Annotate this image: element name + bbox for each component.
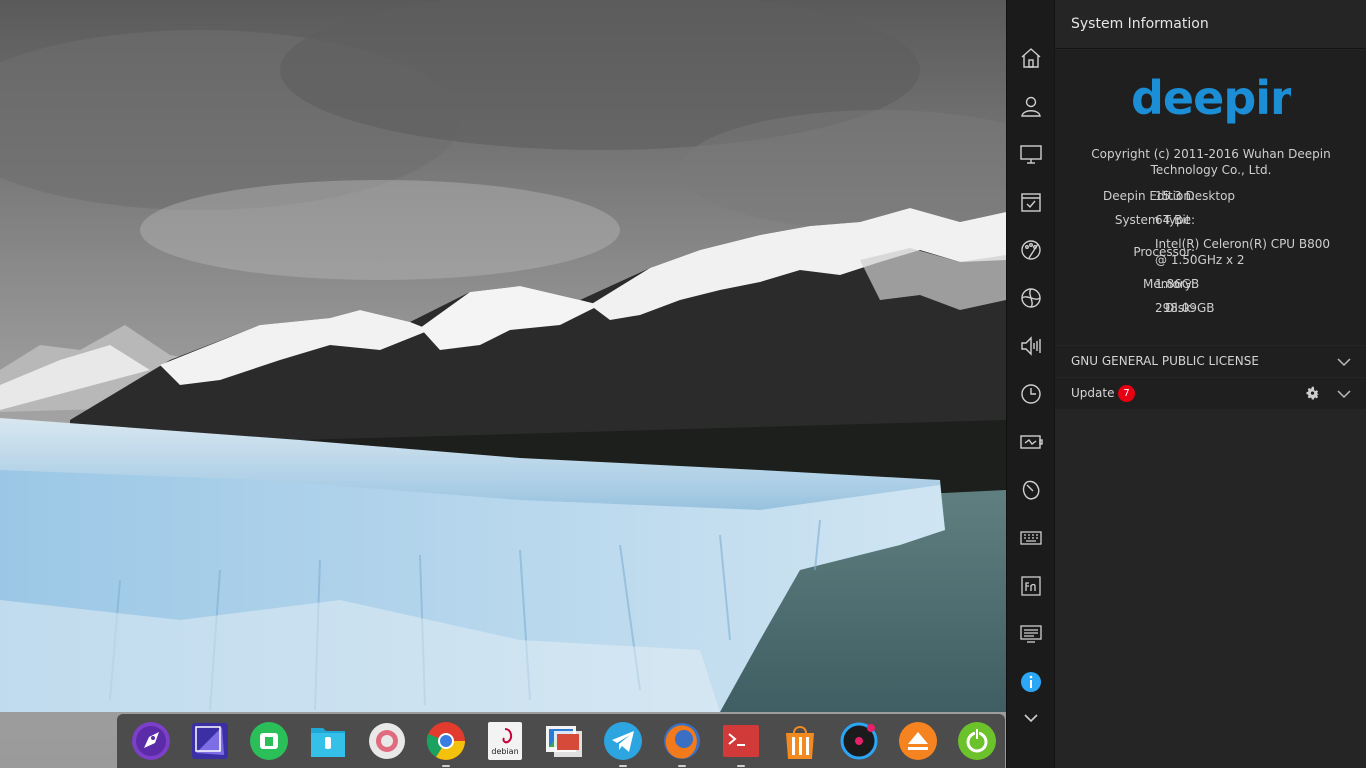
mouse-icon[interactable] xyxy=(1007,466,1055,514)
dock-chromium-icon[interactable] xyxy=(424,719,468,767)
license-expander[interactable]: GNU GENERAL PUBLIC LICENSE xyxy=(1055,346,1366,377)
dock-deepin-store-green-icon[interactable] xyxy=(247,719,291,763)
accounts-icon[interactable] xyxy=(1007,82,1055,130)
dock-power-manager-icon[interactable] xyxy=(955,719,999,763)
svg-text:debian: debian xyxy=(491,747,518,756)
running-indicator xyxy=(619,765,627,767)
divider xyxy=(1055,48,1366,49)
page-title: System Information xyxy=(1071,16,1209,32)
dock-deepin-music-icon[interactable] xyxy=(837,719,881,763)
display-icon[interactable] xyxy=(1007,130,1055,178)
chevron-down-icon[interactable] xyxy=(1337,387,1351,401)
dock-debian-icon[interactable]: debian xyxy=(483,719,527,763)
dock-terminal-icon[interactable] xyxy=(719,719,763,767)
update-expander[interactable]: Update 7 xyxy=(1055,378,1366,409)
chevron-down-icon[interactable] xyxy=(1007,694,1055,742)
copyright-text: Copyright (c) 2011-2016 Wuhan Deepin Tec… xyxy=(1091,147,1331,177)
running-indicator xyxy=(737,765,745,767)
personalization-icon[interactable] xyxy=(1007,226,1055,274)
shortcuts-icon[interactable] xyxy=(1007,562,1055,610)
update-label: Update xyxy=(1071,386,1115,400)
running-indicator xyxy=(678,765,686,767)
network-icon[interactable] xyxy=(1007,274,1055,322)
dock-software-center-icon[interactable] xyxy=(778,719,822,763)
dock-launcher-icon[interactable] xyxy=(129,719,173,763)
dock-file-manager-icon[interactable] xyxy=(306,719,350,763)
chevron-down-icon[interactable] xyxy=(1337,355,1351,369)
dock-telegram-icon[interactable] xyxy=(601,719,645,767)
running-indicator xyxy=(442,765,450,767)
dock-control-center-icon[interactable] xyxy=(365,719,409,763)
system-information-panel: System Information deepin Copyright (c) … xyxy=(1054,0,1366,768)
power-icon[interactable] xyxy=(1007,418,1055,466)
dock-image-viewer-icon[interactable] xyxy=(542,719,586,763)
dock-updater-icon[interactable] xyxy=(896,719,940,763)
home-icon[interactable] xyxy=(1007,34,1055,82)
system-update-icon[interactable] xyxy=(1007,610,1055,658)
update-count-badge: 7 xyxy=(1118,385,1135,402)
deepin-logo: deepin xyxy=(1131,76,1291,125)
system-info-card: deepin Copyright (c) 2011-2016 Wuhan Dee… xyxy=(1055,50,1366,345)
default-apps-icon[interactable] xyxy=(1007,178,1055,226)
time-icon[interactable] xyxy=(1007,370,1055,418)
keyboard-icon[interactable] xyxy=(1007,514,1055,562)
control-center-sidebar xyxy=(1006,0,1055,768)
dock-deepin-screenshot-icon[interactable] xyxy=(188,719,232,763)
dock-firefox-icon[interactable] xyxy=(660,719,704,767)
license-label: GNU GENERAL PUBLIC LICENSE xyxy=(1071,354,1259,368)
sound-icon[interactable] xyxy=(1007,322,1055,370)
desktop-wallpaper xyxy=(0,0,1006,768)
dock: debian xyxy=(117,714,1005,768)
svg-text:deepin: deepin xyxy=(1131,76,1291,125)
gear-icon[interactable] xyxy=(1304,385,1321,402)
